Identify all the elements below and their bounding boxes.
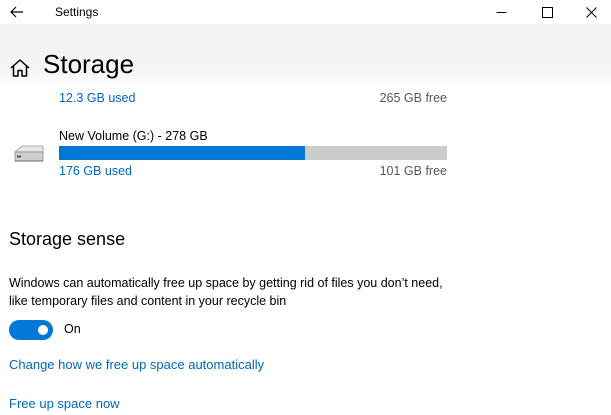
drive-free-label: 265 GB free (379, 91, 447, 105)
close-icon (585, 6, 597, 18)
hard-drive-icon (13, 145, 44, 162)
storage-sense-description: Windows can automatically free up space … (9, 276, 443, 308)
minimize-button[interactable] (478, 0, 524, 24)
close-button[interactable] (568, 0, 611, 24)
title-bar: Settings (0, 0, 611, 24)
minimize-icon (496, 11, 506, 13)
toggle-state-label: On (64, 322, 81, 336)
drive-free-label: 101 GB free (379, 164, 447, 178)
settings-window: Settings Storage 12.3 GB used 265 GB fre… (0, 0, 611, 415)
page-header: Storage (0, 24, 611, 90)
page-title: Storage (43, 49, 135, 79)
app-title: Settings (55, 5, 99, 19)
free-up-space-now-link[interactable]: Free up space now (9, 396, 120, 411)
storage-sense-toggle[interactable] (9, 320, 53, 340)
section-title: Storage sense (9, 229, 126, 249)
toggle-knob (38, 325, 48, 335)
drive-used-label[interactable]: 12.3 GB used (59, 91, 135, 105)
back-button[interactable] (6, 2, 28, 22)
drive-used-label[interactable]: 176 GB used (59, 164, 132, 178)
maximize-icon (541, 6, 553, 18)
drive-usage-bar[interactable] (59, 146, 447, 160)
drive-name[interactable]: New Volume (G:) - 278 GB (59, 129, 208, 143)
home-icon[interactable] (9, 58, 31, 78)
drive-usage-bar-fill (59, 146, 305, 160)
change-free-up-space-link[interactable]: Change how we free up space automaticall… (9, 357, 264, 372)
back-arrow-icon (10, 6, 23, 18)
maximize-button[interactable] (524, 0, 570, 24)
